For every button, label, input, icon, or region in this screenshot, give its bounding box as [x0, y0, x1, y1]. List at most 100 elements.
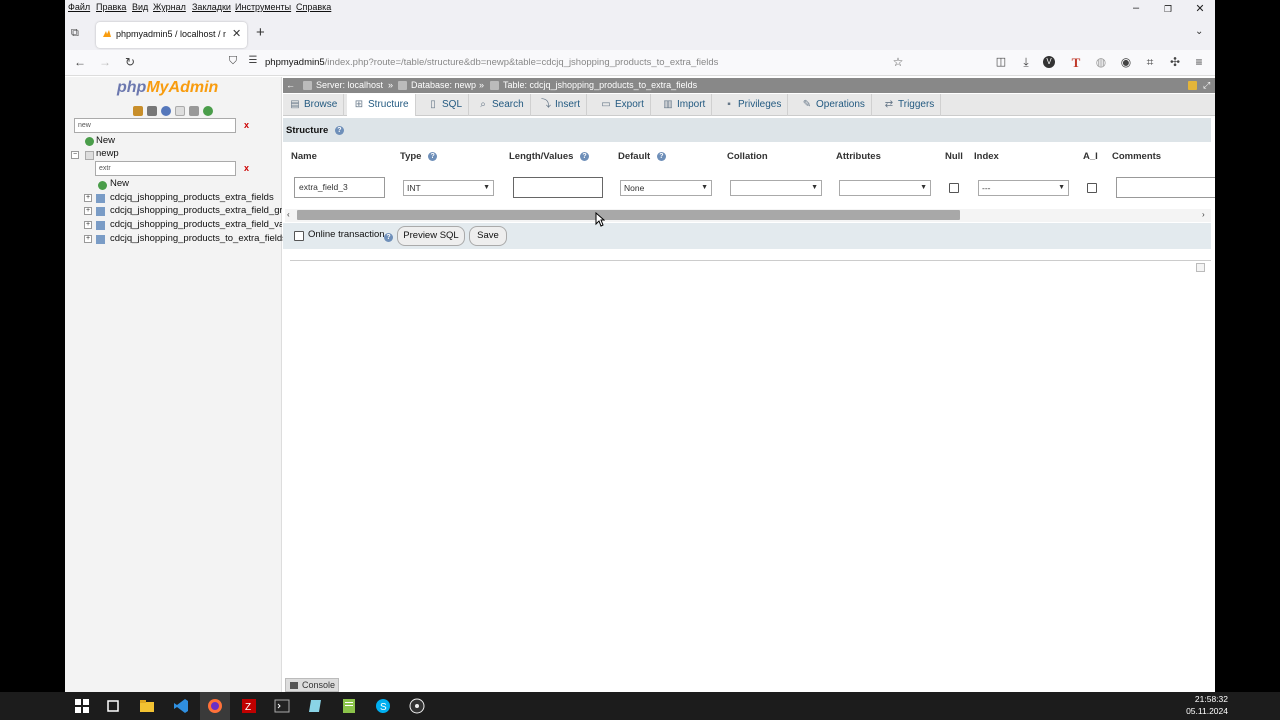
tab-export[interactable]: ▭ Export — [594, 94, 651, 116]
save-button[interactable]: Save — [469, 226, 507, 246]
app-menu-icon[interactable]: ≡ — [1191, 55, 1207, 69]
extension-crop-icon[interactable]: ⌗ — [1142, 55, 1158, 70]
attributes-select[interactable]: ▼ — [839, 180, 931, 196]
tab-structure[interactable]: ⊞ Structure — [347, 94, 416, 116]
scroll-left-icon[interactable]: ‹ — [287, 210, 290, 219]
tab-privileges[interactable]: ▪ Privileges — [717, 94, 789, 116]
clear-table-filter-button[interactable]: x — [244, 163, 249, 173]
auto-increment-checkbox[interactable] — [1087, 183, 1097, 193]
tab-insert[interactable]: ⤵ Insert — [534, 94, 588, 116]
new-tab-icon[interactable]: + — [256, 24, 265, 41]
scrollbar-thumb[interactable] — [297, 210, 960, 220]
docs-icon[interactable] — [175, 106, 185, 116]
extension-t-icon[interactable]: T — [1068, 55, 1084, 71]
database-filter-input[interactable]: new — [74, 118, 236, 133]
tab-overview-icon[interactable]: ⧉ — [71, 27, 79, 40]
menu-help[interactable]: Справка — [296, 2, 331, 12]
preview-sql-button[interactable]: Preview SQL — [397, 226, 465, 246]
page-info-icon[interactable]: ☰ — [245, 55, 261, 66]
menu-history[interactable]: Журнал — [153, 2, 186, 12]
downloads-icon[interactable]: ⤓ — [1018, 55, 1034, 70]
table-node[interactable]: cdcjq_jshopping_products_extra_field_val… — [110, 219, 282, 230]
bookmark-star-icon[interactable]: ☆ — [890, 55, 906, 69]
tab-triggers[interactable]: ⇄ Triggers — [877, 94, 942, 116]
type-select[interactable]: INT ▼ — [403, 180, 494, 196]
phpmyadmin-logo[interactable]: phpMyAdmin — [117, 79, 218, 97]
reload-page-icon[interactable]: ↻ — [122, 55, 138, 69]
online-transaction-checkbox[interactable] — [294, 231, 304, 241]
tab-search[interactable]: ⌕ Search — [471, 94, 531, 116]
restore-icon[interactable]: ❐ — [1158, 4, 1178, 15]
index-select[interactable]: --- ▼ — [978, 180, 1069, 196]
null-checkbox[interactable] — [949, 183, 959, 193]
windows-start-icon[interactable] — [73, 697, 91, 715]
close-tab-icon[interactable]: ✕ — [232, 27, 241, 40]
scroll-right-icon[interactable]: › — [1202, 210, 1205, 219]
pocket-icon[interactable]: ◫ — [993, 55, 1009, 68]
url-bar[interactable]: phpmyadmin5/index.php?route=/table/struc… — [265, 57, 718, 68]
database-node-newp[interactable]: newp — [96, 148, 119, 159]
help-icon[interactable]: ? — [580, 151, 590, 161]
extension-circle-icon[interactable]: ◉ — [1118, 55, 1134, 69]
table-node[interactable]: cdcjq_jshopping_products_extra_fields — [110, 192, 274, 203]
breadcrumb-server[interactable]: Server: localhost — [316, 80, 383, 90]
collation-select[interactable]: ▼ — [730, 180, 822, 196]
reload-icon[interactable] — [203, 106, 213, 116]
tab-sql[interactable]: ▯ SQL — [421, 94, 470, 116]
breadcrumb-database[interactable]: Database: newp — [411, 80, 476, 90]
extension-globe-icon[interactable]: ◍ — [1093, 55, 1109, 69]
help-icon[interactable]: ? — [428, 151, 438, 161]
firefox-icon[interactable] — [206, 697, 224, 715]
close-window-icon[interactable]: ✕ — [1190, 2, 1210, 15]
maximize-icon[interactable]: ⤢ — [1203, 80, 1210, 91]
expand-icon[interactable]: + — [84, 235, 92, 243]
notepad-icon[interactable] — [340, 697, 358, 715]
table-filter-input[interactable]: extr — [95, 161, 236, 176]
default-select[interactable]: None ▼ — [620, 180, 712, 196]
browser-tab[interactable]: phpmyadmin5 / localhost / ne ✕ — [96, 22, 247, 48]
file-explorer-icon[interactable] — [138, 697, 156, 715]
skype-icon[interactable]: S — [374, 697, 392, 715]
table-node[interactable]: cdcjq_jshopping_products_extra_field_gro… — [110, 205, 282, 216]
menu-tools[interactable]: Инструменты — [235, 2, 291, 12]
collapse-icon[interactable]: − — [71, 151, 79, 159]
app-icon[interactable] — [307, 697, 325, 715]
vscode-icon[interactable] — [172, 697, 190, 715]
table-node[interactable]: cdcjq_jshopping_products_to_extra_fields — [110, 233, 287, 244]
help-icon[interactable]: ? — [384, 233, 393, 242]
menu-edit[interactable]: Правка — [96, 2, 126, 12]
menu-view[interactable]: Вид — [132, 2, 148, 12]
console-toggle[interactable]: Console — [285, 678, 339, 692]
extension-v-icon[interactable]: V — [1043, 56, 1055, 68]
clear-database-filter-button[interactable]: x — [244, 120, 249, 130]
lock-icon[interactable] — [1188, 81, 1197, 90]
terminal-icon[interactable] — [273, 697, 291, 715]
recording-app-icon[interactable] — [408, 697, 426, 715]
collapse-nav-icon[interactable]: ← — [286, 80, 295, 90]
minimize-icon[interactable]: – — [1126, 2, 1146, 14]
new-table-link[interactable]: New — [110, 178, 129, 189]
tab-import[interactable]: ▥ Import — [656, 94, 713, 116]
chevron-down-icon[interactable]: ⌄ — [1195, 26, 1203, 37]
name-field[interactable]: extra_field_3 — [294, 177, 385, 198]
system-clock[interactable]: 21:58:32 05.11.2024 — [1186, 693, 1228, 717]
back-icon[interactable]: ← — [72, 55, 88, 69]
help-icon[interactable]: ? — [334, 125, 344, 135]
new-database-link[interactable]: New — [96, 135, 115, 146]
filezilla-icon[interactable]: Z — [240, 697, 258, 715]
length-values-field[interactable] — [513, 177, 603, 198]
help-icon[interactable] — [161, 106, 171, 116]
help-icon[interactable]: ? — [656, 151, 666, 161]
menu-bookmarks[interactable]: Закладки — [192, 2, 231, 12]
settings-icon[interactable] — [189, 106, 199, 116]
tab-browse[interactable]: ▤ Browse — [283, 94, 345, 116]
forward-icon[interactable]: → — [97, 55, 113, 69]
shield-icon[interactable]: ⛉ — [225, 55, 241, 68]
expand-icon[interactable]: + — [84, 221, 92, 229]
logout-icon[interactable] — [147, 106, 157, 116]
comments-field[interactable] — [1116, 177, 1215, 198]
home-icon[interactable] — [133, 106, 143, 116]
task-view-icon[interactable] — [104, 697, 122, 715]
breadcrumb-table[interactable]: Table: cdcjq_jshopping_products_to_extra… — [503, 80, 697, 90]
tab-operations[interactable]: ✎ Operations — [795, 94, 872, 116]
